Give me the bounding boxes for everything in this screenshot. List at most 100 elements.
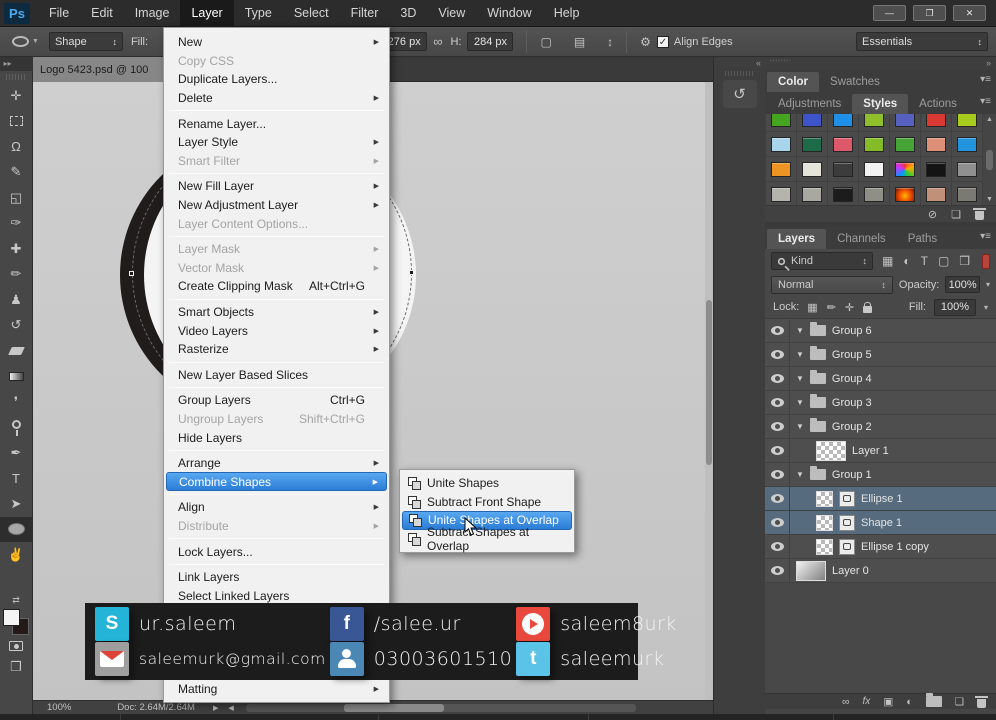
path-anchor[interactable] (409, 270, 414, 275)
lock-move-icon[interactable]: ✛ (845, 301, 854, 314)
visibility-cell[interactable] (765, 559, 790, 582)
expander-icon[interactable]: ▼ (796, 470, 804, 479)
submenu-item-unite-shapes[interactable]: Unite Shapes (402, 474, 572, 493)
kind-filter-select[interactable]: Kind ↕ (771, 252, 873, 270)
vector-mask-thumbnail[interactable] (839, 490, 855, 507)
style-swatch[interactable] (890, 132, 921, 157)
marquee-tool[interactable] (0, 109, 33, 135)
menu-item-hide-layers[interactable]: Hide Layers (166, 428, 387, 447)
menu-item-lock-layers[interactable]: Lock Layers... (166, 542, 387, 561)
path-selection-tool[interactable]: ➤ (0, 491, 33, 517)
menu-item-matting[interactable]: Matting ▶ (166, 679, 387, 698)
trash-icon[interactable] (975, 695, 988, 708)
layer-row-group-2[interactable]: ▼ Group 2 (765, 415, 996, 439)
mask-icon[interactable]: ▣ (883, 696, 893, 708)
layer-row-ellipse-1-copy[interactable]: Ellipse 1 copy (765, 535, 996, 559)
style-swatch[interactable] (797, 132, 828, 157)
document-tab[interactable]: Logo 5423.psd @ 100 (33, 57, 173, 82)
menu-item-arrange[interactable]: Arrange ▶ (166, 454, 387, 473)
menu-item-layer-style[interactable]: Layer Style ▶ (166, 133, 387, 152)
eye-icon[interactable] (770, 470, 784, 479)
tab-swatches[interactable]: Swatches (819, 72, 891, 92)
layer-row-layer-0[interactable]: Layer 0 (765, 559, 996, 583)
eye-icon[interactable] (770, 494, 784, 503)
layer-row-layer-1[interactable]: Layer 1 (765, 439, 996, 463)
workspace-select[interactable]: Essentials ↕ (856, 32, 988, 51)
visibility-cell[interactable] (765, 319, 790, 342)
menu-item-new-adjustment-layer[interactable]: New Adjustment Layer ▶ (166, 196, 387, 215)
gradient-tool[interactable] (0, 364, 33, 390)
path-anchor[interactable] (129, 271, 134, 276)
panel-menu-icon[interactable]: ▾≡ (980, 74, 991, 85)
expander-icon[interactable]: ▼ (796, 350, 804, 359)
zoom-tool[interactable] (0, 568, 33, 594)
style-swatch[interactable] (859, 132, 890, 157)
style-swatch[interactable] (921, 114, 952, 132)
expander-icon[interactable]: ▼ (796, 422, 804, 431)
style-swatch[interactable] (921, 182, 952, 205)
style-swatch[interactable] (828, 114, 859, 132)
visibility-cell[interactable] (765, 391, 790, 414)
layer-row-group-4[interactable]: ▼ Group 4 (765, 367, 996, 391)
style-swatch[interactable] (952, 182, 983, 205)
trash-icon[interactable] (973, 208, 986, 220)
vector-mask-thumbnail[interactable] (839, 538, 855, 555)
toolbox-collapse[interactable]: ▸▸ (0, 57, 33, 71)
menubar-item-file[interactable]: File (38, 0, 80, 27)
style-swatch[interactable] (859, 182, 890, 205)
menubar-item-type[interactable]: Type (234, 0, 283, 27)
layer-row-shape-1[interactable]: Shape 1 (765, 511, 996, 535)
style-swatch[interactable] (890, 157, 921, 182)
style-swatch[interactable] (797, 157, 828, 182)
expander-icon[interactable]: ▼ (796, 374, 804, 383)
brush-tool[interactable]: ✏ (0, 262, 33, 288)
healing-brush-tool[interactable]: ✚ (0, 236, 33, 262)
new-shape-layer-icon[interactable]: ▢ (534, 35, 557, 49)
crop-tool[interactable]: ◱ (0, 185, 33, 211)
quick-mask-button[interactable] (0, 635, 33, 657)
menu-item-create-clipping-mask[interactable]: Create Clipping Mask Alt+Ctrl+G (166, 277, 387, 296)
hand-tool[interactable]: ✌ (0, 542, 33, 568)
restore-button[interactable]: ❐ (913, 5, 946, 21)
menu-item-new-fill-layer[interactable]: New Fill Layer ▶ (166, 177, 387, 196)
path-operations-icon[interactable]: ▤ (568, 35, 591, 49)
minimize-button[interactable]: — (873, 5, 906, 21)
new-layer-icon[interactable]: ❏ (955, 696, 964, 708)
panel-menu-icon[interactable]: ▾≡ (980, 231, 991, 242)
adjustment-icon[interactable]: ◐ (906, 696, 912, 708)
eye-icon[interactable] (770, 374, 784, 383)
scroll-up-icon[interactable]: ▲ (986, 116, 993, 123)
tab-styles[interactable]: Styles (852, 94, 909, 114)
quick-selection-tool[interactable]: ✎ (0, 160, 33, 186)
history-panel-icon[interactable]: ↺ (722, 80, 757, 108)
fill-dropdown-icon[interactable]: ▾ (984, 303, 988, 312)
style-swatch[interactable] (766, 132, 797, 157)
menu-item-combine-shapes[interactable]: Combine Shapes ▶ (166, 472, 387, 492)
blur-tool[interactable]: ❜ (0, 389, 33, 415)
tab-actions[interactable]: Actions (908, 94, 968, 114)
visibility-cell[interactable] (765, 367, 790, 390)
eye-icon[interactable] (770, 398, 784, 407)
menubar-item-help[interactable]: Help (543, 0, 591, 27)
type-tool[interactable]: T (0, 466, 33, 492)
layer-row-ellipse-1[interactable]: Ellipse 1 (765, 487, 996, 511)
align-edges-checkbox[interactable]: ✓ (656, 35, 669, 48)
menu-item-align[interactable]: Align ▶ (166, 498, 387, 517)
layer-row-group-1[interactable]: ▼ Group 1 (765, 463, 996, 487)
style-swatch[interactable] (766, 114, 797, 132)
layer-thumbnail[interactable] (816, 440, 846, 461)
lock-all-icon[interactable] (863, 301, 873, 313)
filter-toggle[interactable] (982, 253, 990, 269)
style-swatch[interactable] (797, 182, 828, 205)
filter-picture-icon[interactable]: ▦ (882, 254, 893, 268)
dock-collapse-arrows[interactable]: » (986, 57, 991, 70)
tab-color[interactable]: Color (767, 72, 820, 92)
new-group-icon[interactable] (925, 693, 942, 707)
color-wells[interactable] (3, 609, 29, 635)
eye-icon[interactable] (770, 350, 784, 359)
styles-scrollbar[interactable]: ▲ ▼ (983, 114, 996, 205)
lock-transparency-icon[interactable]: ▦ (807, 301, 817, 314)
expander-icon[interactable]: ▼ (796, 326, 804, 335)
panel-menu-icon[interactable]: ▾≡ (980, 96, 991, 107)
menubar-item-layer[interactable]: Layer (180, 0, 234, 27)
